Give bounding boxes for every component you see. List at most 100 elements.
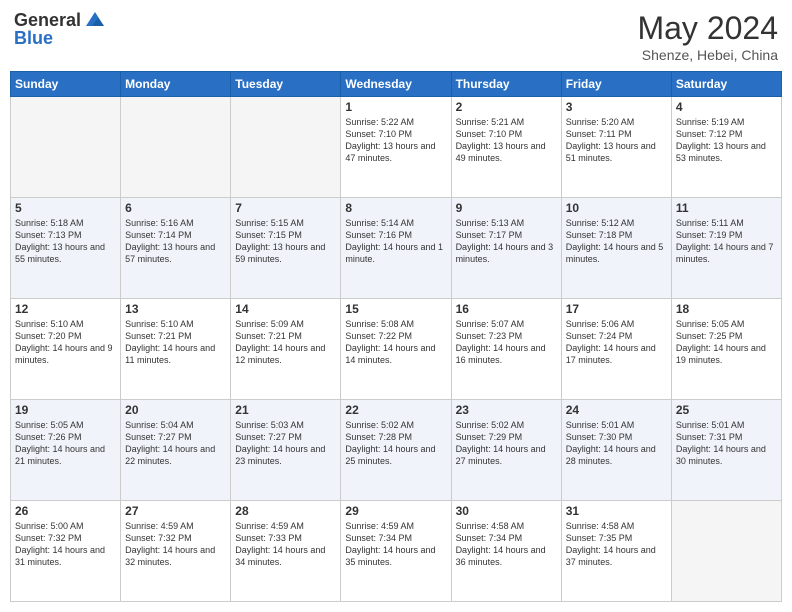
day-info: Sunrise: 5:18 AMSunset: 7:13 PMDaylight:… (15, 217, 116, 266)
day-number: 2 (456, 100, 557, 114)
day-info: Sunrise: 5:19 AMSunset: 7:12 PMDaylight:… (676, 116, 777, 165)
table-cell: 30Sunrise: 4:58 AMSunset: 7:34 PMDayligh… (451, 501, 561, 602)
table-cell: 18 Sunrise: 5:05 AMSunset: 7:25 PMDayligh… (671, 299, 781, 400)
day-info: Sunrise: 5:09 AMSunset: 7:21 PMDaylight:… (235, 318, 336, 367)
day-info: Sunrise: 5:00 AMSunset: 7:32 PMDaylight:… (15, 520, 116, 569)
day-info: Sunrise: 5:22 AMSunset: 7:10 PMDaylight:… (345, 116, 446, 165)
day-number: 6 (125, 201, 226, 215)
table-cell: 19 Sunrise: 5:05 AMSunset: 7:26 PMDayligh… (11, 400, 121, 501)
table-cell: 8 Sunrise: 5:14 AMSunset: 7:16 PMDaylight… (341, 198, 451, 299)
table-cell: 27 Sunrise: 4:59 AMSunset: 7:32 PMDayligh… (121, 501, 231, 602)
table-cell: 31Sunrise: 4:58 AMSunset: 7:35 PMDayligh… (561, 501, 671, 602)
day-number: 18 (676, 302, 777, 316)
table-cell: 22 Sunrise: 5:02 AMSunset: 7:28 PMDayligh… (341, 400, 451, 501)
day-info: Sunrise: 4:59 AMSunset: 7:33 PMDaylight:… (235, 520, 336, 569)
calendar-week-row: 26 Sunrise: 5:00 AMSunset: 7:32 PMDayligh… (11, 501, 782, 602)
day-number: 17 (566, 302, 667, 316)
logo-blue: Blue (14, 28, 106, 49)
day-number: 15 (345, 302, 446, 316)
title-block: May 2024 Shenze, Hebei, China (637, 10, 778, 63)
table-cell: 25 Sunrise: 5:01 AMSunset: 7:31 PMDayligh… (671, 400, 781, 501)
day-info: Sunrise: 5:05 AMSunset: 7:26 PMDaylight:… (15, 419, 116, 468)
table-cell: 24 Sunrise: 5:01 AMSunset: 7:30 PMDayligh… (561, 400, 671, 501)
day-info: Sunrise: 5:03 AMSunset: 7:27 PMDaylight:… (235, 419, 336, 468)
header-tuesday: Tuesday (231, 72, 341, 97)
day-info: Sunrise: 5:10 AMSunset: 7:20 PMDaylight:… (15, 318, 116, 367)
day-number: 31 (566, 504, 667, 518)
day-info: Sunrise: 5:06 AMSunset: 7:24 PMDaylight:… (566, 318, 667, 367)
day-number: 12 (15, 302, 116, 316)
table-cell: 14Sunrise: 5:09 AMSunset: 7:21 PMDayligh… (231, 299, 341, 400)
day-number: 22 (345, 403, 446, 417)
header-thursday: Thursday (451, 72, 561, 97)
day-info: Sunrise: 4:59 AMSunset: 7:32 PMDaylight:… (125, 520, 226, 569)
table-cell: 26 Sunrise: 5:00 AMSunset: 7:32 PMDayligh… (11, 501, 121, 602)
day-info: Sunrise: 5:10 AMSunset: 7:21 PMDaylight:… (125, 318, 226, 367)
day-number: 13 (125, 302, 226, 316)
day-number: 4 (676, 100, 777, 114)
day-number: 26 (15, 504, 116, 518)
month-title: May 2024 (637, 10, 778, 47)
day-info: Sunrise: 5:14 AMSunset: 7:16 PMDaylight:… (345, 217, 446, 266)
day-info: Sunrise: 5:08 AMSunset: 7:22 PMDaylight:… (345, 318, 446, 367)
day-number: 5 (15, 201, 116, 215)
calendar-week-row: 12 Sunrise: 5:10 AMSunset: 7:20 PMDayligh… (11, 299, 782, 400)
day-info: Sunrise: 5:02 AMSunset: 7:28 PMDaylight:… (345, 419, 446, 468)
day-info: Sunrise: 5:02 AMSunset: 7:29 PMDaylight:… (456, 419, 557, 468)
day-number: 16 (456, 302, 557, 316)
day-number: 10 (566, 201, 667, 215)
day-number: 21 (235, 403, 336, 417)
day-number: 23 (456, 403, 557, 417)
day-info: Sunrise: 5:12 AMSunset: 7:18 PMDaylight:… (566, 217, 667, 266)
table-cell: 16Sunrise: 5:07 AMSunset: 7:23 PMDayligh… (451, 299, 561, 400)
day-number: 9 (456, 201, 557, 215)
day-number: 8 (345, 201, 446, 215)
table-cell: 29 Sunrise: 4:59 AMSunset: 7:34 PMDayligh… (341, 501, 451, 602)
day-info: Sunrise: 5:05 AMSunset: 7:25 PMDaylight:… (676, 318, 777, 367)
table-cell: 20 Sunrise: 5:04 AMSunset: 7:27 PMDayligh… (121, 400, 231, 501)
table-cell: 10 Sunrise: 5:12 AMSunset: 7:18 PMDayligh… (561, 198, 671, 299)
table-cell: 21 Sunrise: 5:03 AMSunset: 7:27 PMDayligh… (231, 400, 341, 501)
table-cell: 9 Sunrise: 5:13 AMSunset: 7:17 PMDaylight… (451, 198, 561, 299)
day-number: 24 (566, 403, 667, 417)
table-cell: 1Sunrise: 5:22 AMSunset: 7:10 PMDaylight… (341, 97, 451, 198)
day-info: Sunrise: 5:01 AMSunset: 7:31 PMDaylight:… (676, 419, 777, 468)
day-number: 25 (676, 403, 777, 417)
logo-icon (84, 8, 106, 30)
table-cell: 7Sunrise: 5:15 AMSunset: 7:15 PMDaylight… (231, 198, 341, 299)
header-saturday: Saturday (671, 72, 781, 97)
calendar-table: Sunday Monday Tuesday Wednesday Thursday… (10, 71, 782, 602)
day-number: 19 (15, 403, 116, 417)
day-info: Sunrise: 5:04 AMSunset: 7:27 PMDaylight:… (125, 419, 226, 468)
table-cell (121, 97, 231, 198)
calendar-week-row: 5 Sunrise: 5:18 AMSunset: 7:13 PMDaylight… (11, 198, 782, 299)
table-cell: 5 Sunrise: 5:18 AMSunset: 7:13 PMDaylight… (11, 198, 121, 299)
table-cell: 28Sunrise: 4:59 AMSunset: 7:33 PMDayligh… (231, 501, 341, 602)
day-number: 7 (235, 201, 336, 215)
header-monday: Monday (121, 72, 231, 97)
day-number: 29 (345, 504, 446, 518)
header: General Blue May 2024 Shenze, Hebei, Chi… (10, 10, 782, 63)
day-info: Sunrise: 5:11 AMSunset: 7:19 PMDaylight:… (676, 217, 777, 266)
page: General Blue May 2024 Shenze, Hebei, Chi… (0, 0, 792, 612)
day-info: Sunrise: 5:13 AMSunset: 7:17 PMDaylight:… (456, 217, 557, 266)
day-info: Sunrise: 5:16 AMSunset: 7:14 PMDaylight:… (125, 217, 226, 266)
table-cell: 23 Sunrise: 5:02 AMSunset: 7:29 PMDayligh… (451, 400, 561, 501)
day-number: 11 (676, 201, 777, 215)
header-wednesday: Wednesday (341, 72, 451, 97)
weekday-header-row: Sunday Monday Tuesday Wednesday Thursday… (11, 72, 782, 97)
day-number: 20 (125, 403, 226, 417)
table-cell: 6 Sunrise: 5:16 AMSunset: 7:14 PMDaylight… (121, 198, 231, 299)
table-cell: 13 Sunrise: 5:10 AMSunset: 7:21 PMDayligh… (121, 299, 231, 400)
table-cell (671, 501, 781, 602)
table-cell: 3Sunrise: 5:20 AMSunset: 7:11 PMDaylight… (561, 97, 671, 198)
logo: General Blue (14, 10, 106, 49)
table-cell: 15 Sunrise: 5:08 AMSunset: 7:22 PMDayligh… (341, 299, 451, 400)
day-number: 30 (456, 504, 557, 518)
day-info: Sunrise: 4:59 AMSunset: 7:34 PMDaylight:… (345, 520, 446, 569)
day-number: 27 (125, 504, 226, 518)
table-cell: 2Sunrise: 5:21 AMSunset: 7:10 PMDaylight… (451, 97, 561, 198)
table-cell (231, 97, 341, 198)
day-info: Sunrise: 5:01 AMSunset: 7:30 PMDaylight:… (566, 419, 667, 468)
header-friday: Friday (561, 72, 671, 97)
